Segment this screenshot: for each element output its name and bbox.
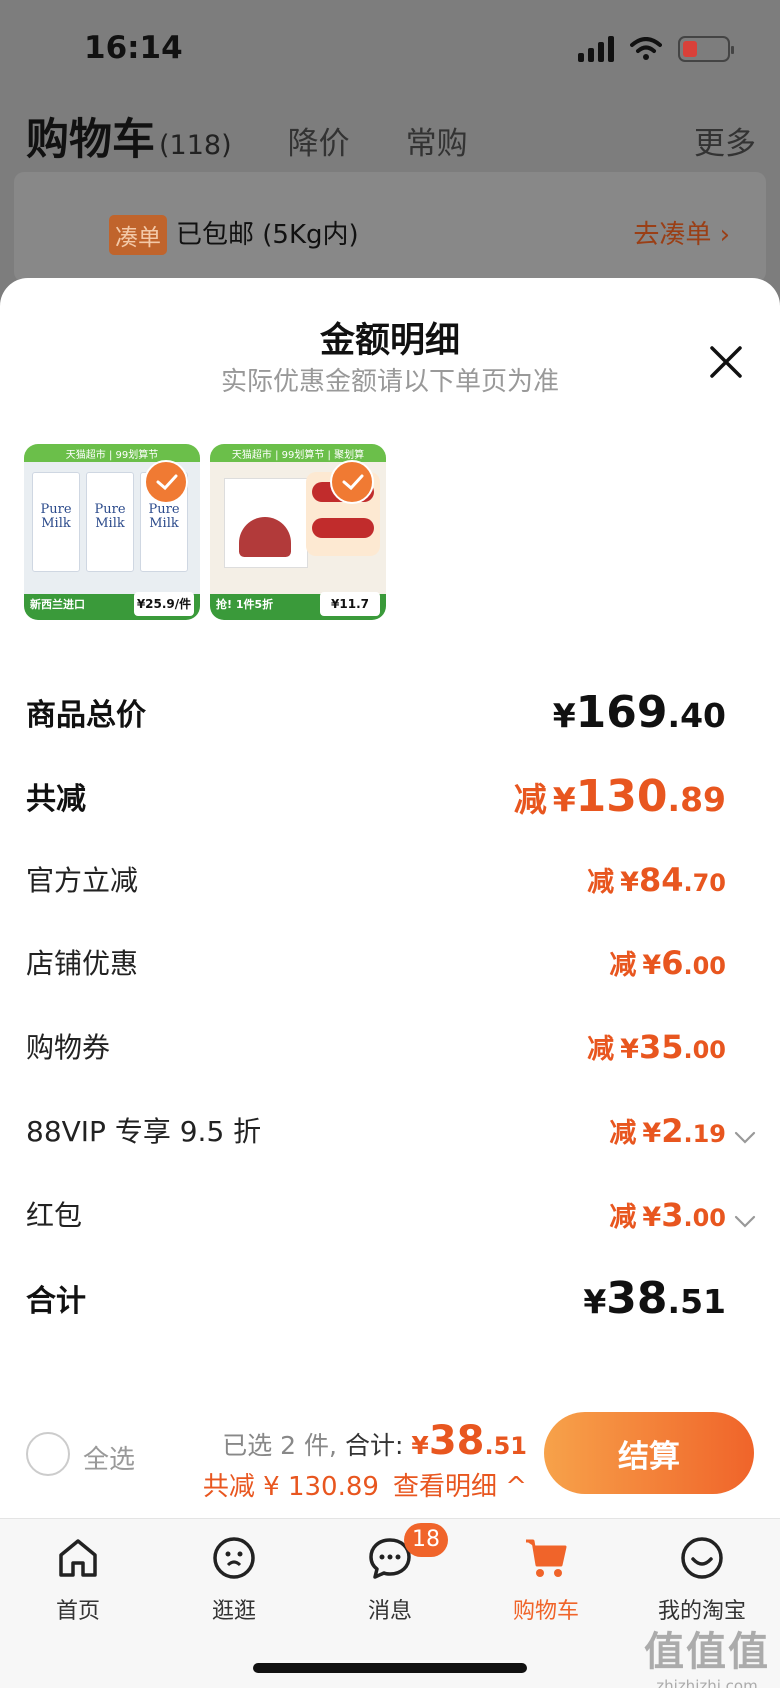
tab-price-drop[interactable]: 降价 — [288, 118, 350, 163]
tab-home[interactable]: 首页 — [18, 1535, 138, 1635]
select-all-checkbox[interactable] — [26, 1432, 70, 1476]
row-88vip-discount[interactable]: 88VIP 专享 9.5 折 减 ¥2.19 — [26, 1100, 756, 1160]
profile-icon — [681, 1537, 723, 1579]
status-bar: 16:14 — [0, 0, 780, 100]
total-amount: 38 — [428, 1418, 485, 1464]
row-amount: ¥169.40 — [552, 686, 726, 738]
product-banner: 天猫超市 | 99划算节 | 聚划算 — [231, 450, 365, 461]
view-detail-link[interactable]: 查看明细 ^ — [393, 1466, 527, 1503]
row-amount: 减 ¥35.00 — [587, 1027, 726, 1066]
tab-label: 消息 — [367, 1599, 412, 1624]
total-label: 合计: — [344, 1431, 404, 1460]
tab-label: 购物车 — [512, 1599, 579, 1624]
signal-icon — [578, 36, 614, 62]
tea-box-image — [224, 478, 308, 568]
row-red-packet[interactable]: 红包 减 ¥3.00 — [26, 1184, 756, 1244]
checkout-button[interactable]: 结算 — [544, 1412, 754, 1494]
row-label: 88VIP 专享 9.5 折 — [26, 1115, 262, 1148]
discount-summary[interactable]: 共减 ¥ 130.89 查看明细 ^ — [203, 1466, 527, 1503]
row-amount: 减 ¥2.19 — [609, 1111, 756, 1150]
row-grand-total: 合计 ¥38.51 — [26, 1268, 726, 1328]
browse-icon — [213, 1537, 255, 1579]
bundle-tag: 凑单 — [109, 215, 167, 255]
amount-detail-sheet: 金额明细 实际优惠金额请以下单页为准 天猫超市 | 99划算节 Pure Mil… — [0, 278, 780, 1518]
row-label: 店铺优惠 — [26, 947, 139, 980]
total-decimal: .51 — [484, 1432, 527, 1460]
row-amount: ¥38.51 — [583, 1272, 726, 1324]
row-amount: 减 ¥6.00 — [609, 943, 726, 982]
bundle-text: 已包邮 (5Kg内) — [176, 220, 359, 250]
check-icon[interactable] — [330, 460, 374, 504]
cart-title: 购物车 — [26, 115, 155, 165]
battery-icon — [678, 36, 734, 62]
tab-bar: 首页 逛逛 18 消息 购物车 我的淘宝 值值值 zhizhizhi.com — [0, 1518, 780, 1688]
watermark-site: zhizhizhi.com — [656, 1677, 758, 1688]
discount-label: 共减 ¥ 130.89 — [202, 1472, 379, 1502]
product-thumbnails: 天猫超市 | 99划算节 Pure Milk Pure Milk Pure Mi… — [24, 444, 386, 620]
product-thumbnail[interactable]: 天猫超市 | 99划算节 | 聚划算 抢! 1件5折 ¥11.7 — [210, 444, 386, 620]
cart-icon — [526, 1539, 567, 1577]
bundle-bar: 凑单 已包邮 (5Kg内) 去凑单 › — [14, 172, 766, 282]
total-yen: ¥ — [411, 1431, 429, 1460]
home-icon — [59, 1539, 97, 1577]
row-amount: 减 ¥130.89 — [513, 770, 726, 822]
row-total-discount: 共减 减 ¥130.89 — [26, 766, 726, 826]
row-amount: 减 ¥3.00 — [609, 1195, 756, 1234]
tab-browse[interactable]: 逛逛 — [174, 1535, 294, 1635]
row-label: 共减 — [26, 782, 86, 817]
tab-cart[interactable]: 购物车 — [486, 1535, 606, 1635]
row-shopping-voucher: 购物券 减 ¥35.00 — [26, 1016, 726, 1076]
product-banner: 天猫超市 | 99划算节 — [65, 450, 159, 461]
milk-brand: Pure Milk — [94, 502, 126, 531]
row-label: 红包 — [26, 1199, 83, 1232]
tab-label: 逛逛 — [211, 1599, 256, 1624]
tab-frequent[interactable]: 常购 — [406, 118, 468, 163]
bundle-link[interactable]: 去凑单 › — [633, 214, 730, 251]
sheet-title: 金额明细 — [319, 321, 460, 361]
select-all-label[interactable]: 全选 — [83, 1439, 135, 1476]
product-thumbnail[interactable]: 天猫超市 | 99划算节 Pure Milk Pure Milk Pure Mi… — [24, 444, 200, 620]
status-time: 16:14 — [84, 30, 183, 66]
message-badge: 18 — [404, 1523, 448, 1557]
row-official-discount: 官方立减 减 ¥84.70 — [26, 849, 726, 909]
product-price: ¥25.9/件 — [134, 592, 194, 616]
tab-messages[interactable]: 18 消息 — [330, 1523, 450, 1635]
more-button[interactable]: 更多 — [694, 118, 756, 163]
sheet-subtitle: 实际优惠金额请以下单页为准 — [220, 367, 559, 397]
selected-count: 已选 2 件, — [222, 1431, 337, 1460]
row-label: 合计 — [26, 1284, 86, 1319]
check-icon[interactable] — [144, 460, 188, 504]
tab-label: 首页 — [55, 1599, 100, 1624]
row-amount: 减 ¥84.70 — [587, 860, 726, 899]
checkout-bar: 全选 已选 2 件, 合计: ¥ 38 .51 共减 ¥ 130.89 查看明细… — [0, 1396, 780, 1518]
cart-header: 购物车 (118) 降价 常购 更多 — [26, 105, 756, 165]
product-price: ¥11.7 — [320, 592, 380, 616]
milk-brand: Pure Milk — [148, 502, 180, 531]
product-caption: 抢! 1件5折 — [216, 598, 274, 611]
row-label: 官方立减 — [26, 864, 139, 897]
row-label: 商品总价 — [26, 698, 146, 733]
close-icon[interactable] — [702, 338, 750, 386]
wifi-icon — [630, 37, 662, 60]
watermark-logo: 值值值 — [644, 1629, 770, 1675]
chevron-down-icon[interactable] — [734, 1131, 756, 1145]
row-subtotal: 商品总价 ¥169.40 — [26, 682, 726, 742]
cart-count: (118) — [159, 130, 232, 161]
row-store-discount: 店铺优惠 减 ¥6.00 — [26, 932, 726, 992]
selected-summary: 已选 2 件, 合计: ¥ 38 .51 — [222, 1418, 527, 1464]
home-indicator[interactable] — [253, 1663, 527, 1673]
watermark: 值值值 zhizhizhi.com — [644, 1619, 770, 1688]
chevron-down-icon[interactable] — [734, 1215, 756, 1229]
product-caption: 新西兰进口 — [30, 598, 85, 611]
milk-brand: Pure Milk — [40, 502, 72, 531]
status-icons — [578, 36, 734, 62]
row-label: 购物券 — [26, 1031, 111, 1064]
